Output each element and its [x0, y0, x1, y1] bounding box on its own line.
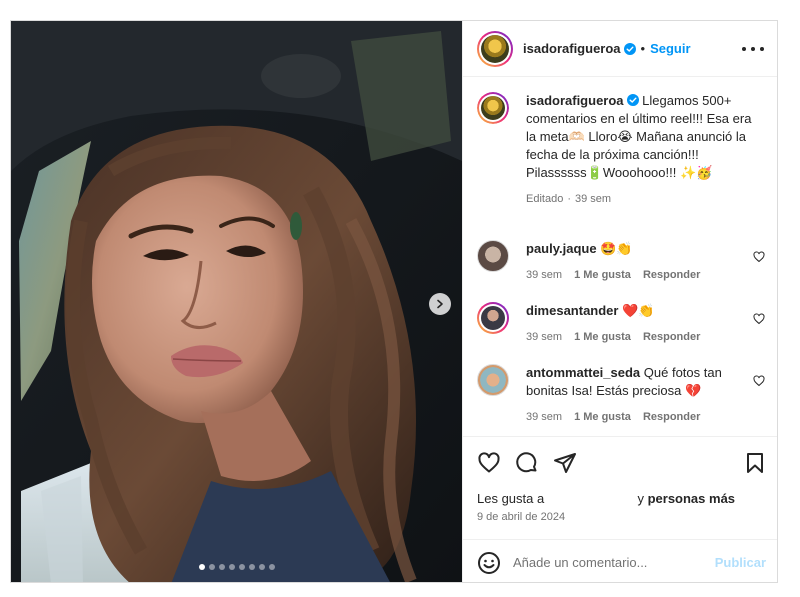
smiley-icon[interactable]: [477, 551, 501, 575]
reply-button[interactable]: Responder: [643, 266, 700, 284]
likes-prefix: Les gusta a: [477, 491, 545, 506]
comment-time: 39 sem: [526, 269, 563, 281]
bookmark-icon[interactable]: [743, 451, 767, 475]
comment-avatar[interactable]: [477, 302, 509, 334]
comment-text: 🤩👏: [600, 241, 633, 256]
comment-meta: 39 sem 1 Me gusta Responder: [526, 266, 754, 284]
publish-button[interactable]: Publicar: [715, 555, 766, 570]
comment-avatar[interactable]: [477, 240, 509, 272]
heart-icon[interactable]: [477, 451, 501, 475]
comment-likes[interactable]: 1 Me gusta: [574, 408, 631, 426]
comment-username[interactable]: pauly.jaque: [526, 241, 597, 256]
comment-input[interactable]: [513, 555, 703, 570]
comment-meta: 39 sem 1 Me gusta Responder: [526, 328, 754, 346]
post-actions: Les gusta a y personas más 9 de abril de…: [463, 436, 777, 582]
comment-username[interactable]: dimesantander: [526, 303, 618, 318]
carousel-dot: [198, 564, 205, 570]
post-side-panel: isadorafigueroa • Seguir isadorafigueroa…: [462, 21, 777, 582]
comment-meta: 39 sem 1 Me gusta Responder: [526, 408, 754, 426]
comment-bubble-icon[interactable]: [515, 451, 539, 475]
caption-time: 39 sem: [574, 193, 612, 205]
comment-likes[interactable]: 1 Me gusta: [574, 328, 631, 346]
comment-body: pauly.jaque 🤩👏 39 sem 1 Me gusta Respond…: [526, 240, 754, 284]
comment-time: 39 sem: [526, 331, 563, 343]
follow-button[interactable]: Seguir: [650, 41, 690, 56]
post-media[interactable]: [11, 21, 462, 582]
reply-button[interactable]: Responder: [643, 328, 700, 346]
post-header: isadorafigueroa • Seguir: [463, 21, 777, 77]
carousel-dot: [218, 564, 225, 570]
carousel-dot: [228, 564, 235, 570]
likes-summary[interactable]: Les gusta a y personas más: [477, 491, 735, 506]
comment-time: 39 sem: [526, 411, 563, 423]
paper-plane-icon[interactable]: [553, 451, 577, 475]
carousel-dot: [208, 564, 215, 570]
verified-badge-icon: [623, 42, 636, 55]
chevron-right-icon: [437, 299, 443, 309]
post-dialog: isadorafigueroa • Seguir isadorafigueroa…: [10, 20, 778, 583]
post-photo: [11, 21, 462, 582]
verified-badge-icon: [626, 94, 639, 106]
comment-heart-icon[interactable]: [753, 251, 765, 263]
comment-heart-icon[interactable]: [753, 313, 765, 325]
author-username[interactable]: isadorafigueroa: [523, 41, 621, 56]
carousel-dot: [248, 564, 255, 570]
likes-connector: y: [637, 491, 644, 506]
caption-meta: Editado · 39 sem: [526, 190, 754, 208]
comment-heart-icon[interactable]: [753, 375, 765, 387]
caption-dot: ·: [567, 193, 571, 205]
caption-body: isadorafigueroa Llegamos 500+ comentario…: [526, 92, 754, 208]
carousel-next-button[interactable]: [429, 293, 451, 315]
comment-avatar[interactable]: [477, 364, 509, 396]
carousel-dot: [258, 564, 265, 570]
comment-text: ❤️👏: [622, 303, 655, 318]
caption-edited: Editado: [526, 193, 564, 205]
carousel-indicator: [11, 564, 462, 570]
post-date[interactable]: 9 de abril de 2024: [477, 511, 565, 523]
carousel-dot: [238, 564, 245, 570]
comment-body: antommattei_seda Qué fotos tan bonitas I…: [526, 364, 754, 426]
comment-likes[interactable]: 1 Me gusta: [574, 266, 631, 284]
author-avatar[interactable]: [477, 30, 513, 67]
caption-avatar[interactable]: [477, 92, 509, 124]
comment-body: dimesantander ❤️👏 39 sem 1 Me gusta Resp…: [526, 302, 754, 346]
more-options-icon[interactable]: [742, 39, 764, 59]
comment-username[interactable]: antommattei_seda: [526, 365, 640, 380]
header-separator: •: [640, 41, 646, 56]
carousel-dot: [268, 564, 275, 570]
add-comment-bar: Publicar: [463, 539, 777, 582]
comments-list[interactable]: isadorafigueroa Llegamos 500+ comentario…: [463, 78, 777, 436]
reply-button[interactable]: Responder: [643, 408, 700, 426]
caption-username[interactable]: isadorafigueroa: [526, 93, 624, 108]
likes-others[interactable]: personas más: [648, 491, 735, 506]
